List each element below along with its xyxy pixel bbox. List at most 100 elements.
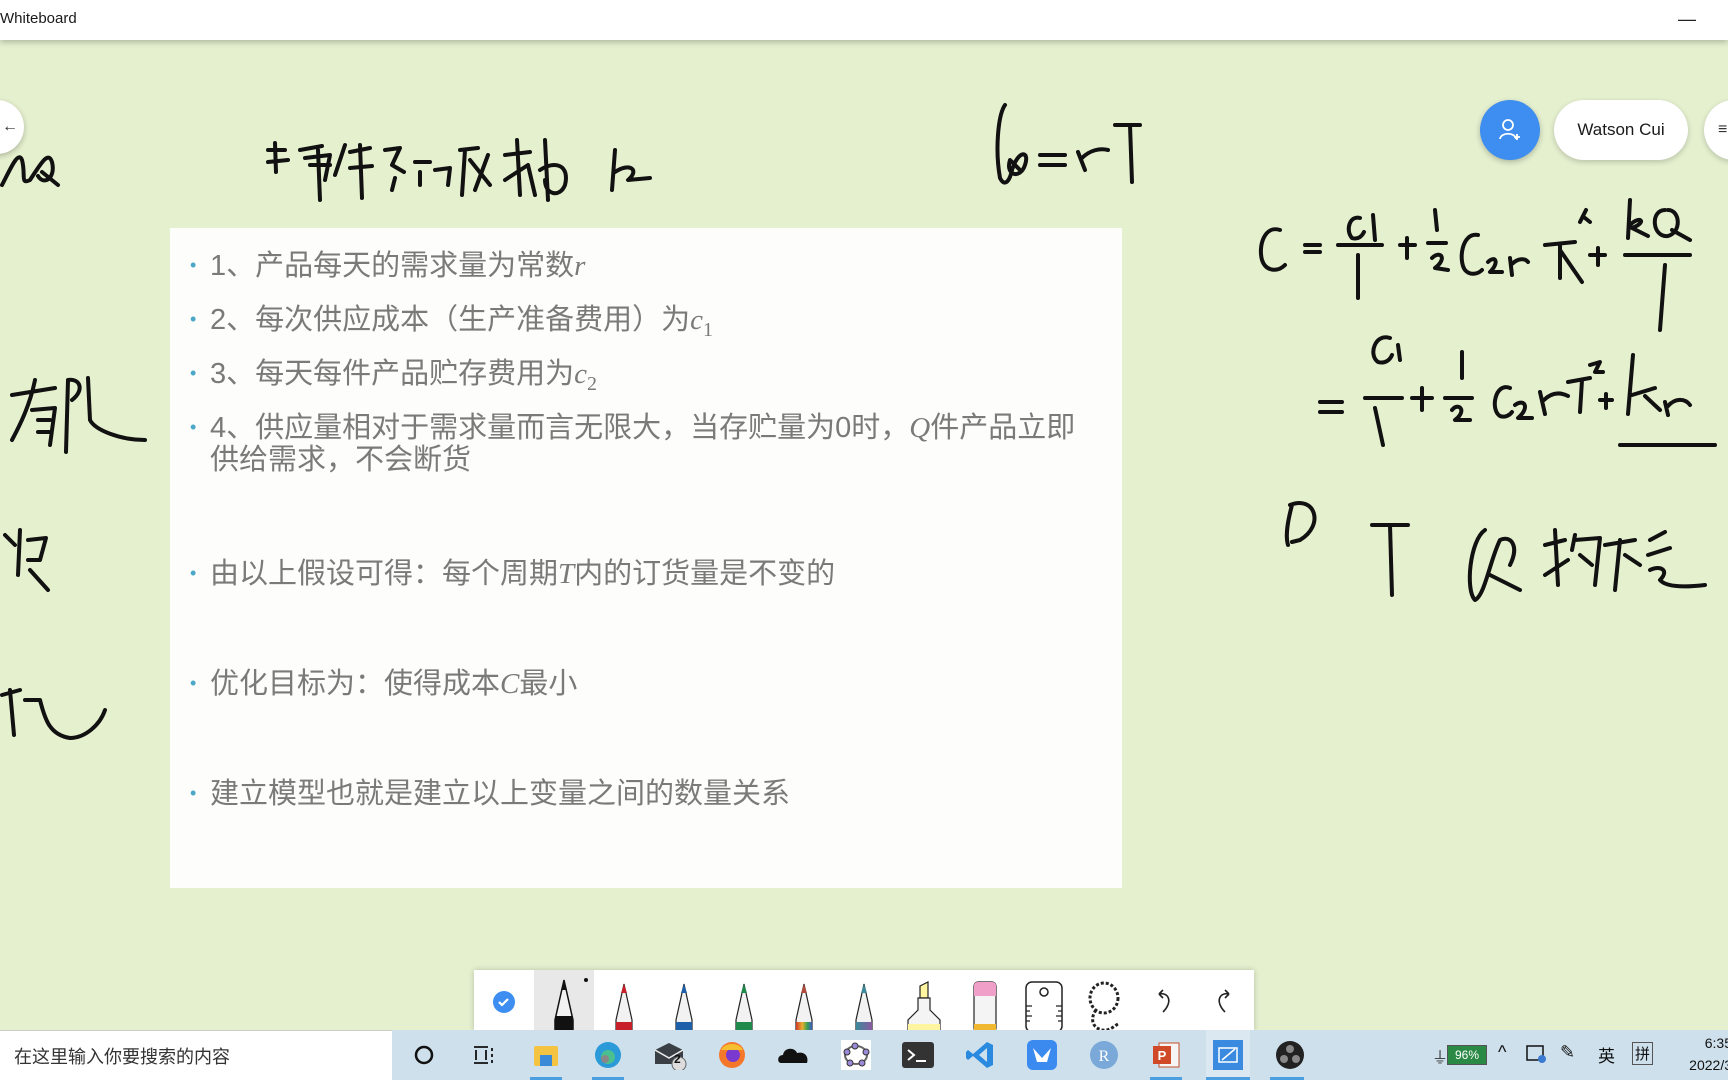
powerpoint-button[interactable]: P [1148, 1038, 1184, 1072]
hamburger-icon: ≡ [1718, 121, 1728, 138]
bullet-icon: • [190, 363, 197, 383]
blue-pen-button[interactable] [654, 970, 714, 1032]
math-var: Q [909, 412, 931, 444]
eraser-button[interactable] [954, 970, 1014, 1032]
obs-icon [1276, 1041, 1304, 1069]
slide-item: • 1、产品每天的需求量为常数r [190, 250, 585, 282]
math-var: c [574, 358, 588, 390]
lasso-icon [1088, 981, 1120, 1032]
edge-button[interactable] [590, 1038, 626, 1072]
whiteboard-button[interactable] [1206, 1030, 1250, 1080]
bullet-icon: • [190, 673, 197, 693]
slide-item: • 2、每次供应成本（生产准备费用）为c1 [190, 304, 713, 346]
screen-sync-icon[interactable] [1526, 1044, 1548, 1064]
add-person-icon [1499, 119, 1520, 140]
mail-icon [654, 1043, 687, 1070]
highlighter-button[interactable] [894, 970, 954, 1032]
terminal-button[interactable] [900, 1038, 936, 1072]
taskbar-search-input[interactable]: 在这里输入你要搜索的内容 [0, 1030, 392, 1080]
bullet-icon: • [190, 309, 197, 329]
user-name-button[interactable]: Watson Cui [1554, 100, 1688, 160]
undo-button[interactable] [1134, 970, 1194, 1032]
item-text: 由以上假设可得：每个周期 [210, 558, 559, 590]
pen-icon [675, 983, 693, 1032]
battery-indicator[interactable]: 96% [1447, 1045, 1487, 1065]
lasso-button[interactable] [1074, 970, 1134, 1032]
taskbar: 在这里输入你要搜索的内容 2 R P ⏚ 96% ^ ✎ 英 拼 6:3 202… [0, 1030, 1728, 1080]
invite-button[interactable] [1480, 100, 1540, 160]
select-tool-button[interactable] [474, 970, 534, 1032]
clock[interactable]: 6:35 2022/3 [1672, 1032, 1728, 1076]
black-pen-button[interactable] [534, 970, 594, 1032]
slide-item: • 优化目标为：使得成本C最小 [190, 668, 577, 700]
vscode-button[interactable] [962, 1038, 998, 1072]
item-text: 2、每次供应成本（生产准备费用）为 [210, 304, 691, 336]
math-var: T [558, 558, 575, 590]
svg-text:P: P [1158, 1048, 1167, 1063]
geogebra-icon [841, 1040, 871, 1070]
pen-icon [735, 983, 753, 1032]
item-text: 3、每天每件产品贮存费用为 [210, 358, 575, 390]
pen-icon [855, 983, 873, 1032]
bullet-icon: • [190, 417, 197, 437]
bullet-icon: • [190, 563, 197, 583]
r-button[interactable]: R [1086, 1038, 1122, 1072]
undo-icon [1158, 989, 1170, 1013]
terminal-icon [902, 1042, 934, 1068]
ime-mode[interactable]: 拼 [1632, 1042, 1654, 1065]
svg-text:R: R [1099, 1048, 1110, 1065]
galaxy-pen-button[interactable] [834, 970, 894, 1032]
slide-item: • 4、供应量相对于需求量而言无限大，当存贮量为0时，Q件产品立即供给需求，不会… [190, 412, 1100, 476]
item-text: 优化目标为：使得成本 [210, 668, 501, 700]
rainbow-pen-button[interactable] [774, 970, 834, 1032]
slide-content: • 1、产品每天的需求量为常数r • 2、每次供应成本（生产准备费用）为c1 •… [170, 228, 1122, 888]
clock-date: 2022/3 [1689, 1057, 1728, 1073]
ruler-icon [1025, 981, 1063, 1032]
item-text: 4、供应量相对于需求量而言无限大，当存贮量为0时， [210, 412, 910, 444]
window-title: Whiteboard [0, 10, 77, 27]
geogebra-button[interactable] [838, 1038, 874, 1072]
pen-icon [615, 983, 633, 1032]
eraser-icon [973, 981, 997, 1032]
mail-badge: 2 [674, 1052, 681, 1066]
file-explorer-button[interactable] [528, 1038, 564, 1072]
title-bar: Whiteboard — [0, 0, 1728, 40]
highlighter-icon [907, 981, 941, 1032]
feishu-button[interactable] [1024, 1038, 1060, 1072]
ruler-button[interactable] [1014, 970, 1074, 1032]
onedrive-button[interactable] [776, 1038, 812, 1072]
plug-icon: ⏚ [1432, 1050, 1449, 1067]
red-pen-button[interactable] [594, 970, 654, 1032]
whiteboard-icon [1213, 1040, 1243, 1070]
mail-button[interactable]: 2 [652, 1038, 688, 1072]
math-var: C [500, 668, 520, 700]
pen-size-dot [584, 978, 588, 982]
cortana-icon [414, 1045, 434, 1065]
task-view-icon [474, 1046, 493, 1064]
task-view-button[interactable] [466, 1038, 502, 1072]
bullet-icon: • [190, 783, 197, 803]
edge-icon [595, 1042, 621, 1068]
item-text: 建立模型也就是建立以上变量之间的数量关系 [210, 778, 791, 810]
math-sub: 1 [703, 318, 714, 341]
green-pen-button[interactable] [714, 970, 774, 1032]
feishu-icon [1027, 1040, 1057, 1070]
math-var: r [574, 250, 586, 282]
cortana-button[interactable] [406, 1038, 442, 1072]
pen-input-icon[interactable]: ✎ [1560, 1042, 1575, 1063]
tray-expand-icon[interactable]: ^ [1498, 1042, 1506, 1063]
pen-toolbar [474, 970, 1254, 1032]
pen-icon [795, 983, 813, 1032]
obs-button[interactable] [1272, 1038, 1308, 1072]
minimize-button[interactable]: — [1670, 4, 1704, 34]
onedrive-icon [778, 1048, 808, 1063]
item-text: 1、产品每天的需求量为常数 [210, 250, 575, 282]
bullet-icon: • [190, 255, 197, 275]
check-circle-icon [493, 991, 515, 1013]
firefox-button[interactable] [714, 1038, 750, 1072]
ime-language[interactable]: 英 [1598, 1042, 1615, 1067]
powerpoint-icon: P [1153, 1042, 1180, 1068]
redo-button[interactable] [1194, 970, 1254, 1032]
clock-time: 6:35 [1704, 1035, 1728, 1051]
pen-icon [554, 979, 574, 1032]
